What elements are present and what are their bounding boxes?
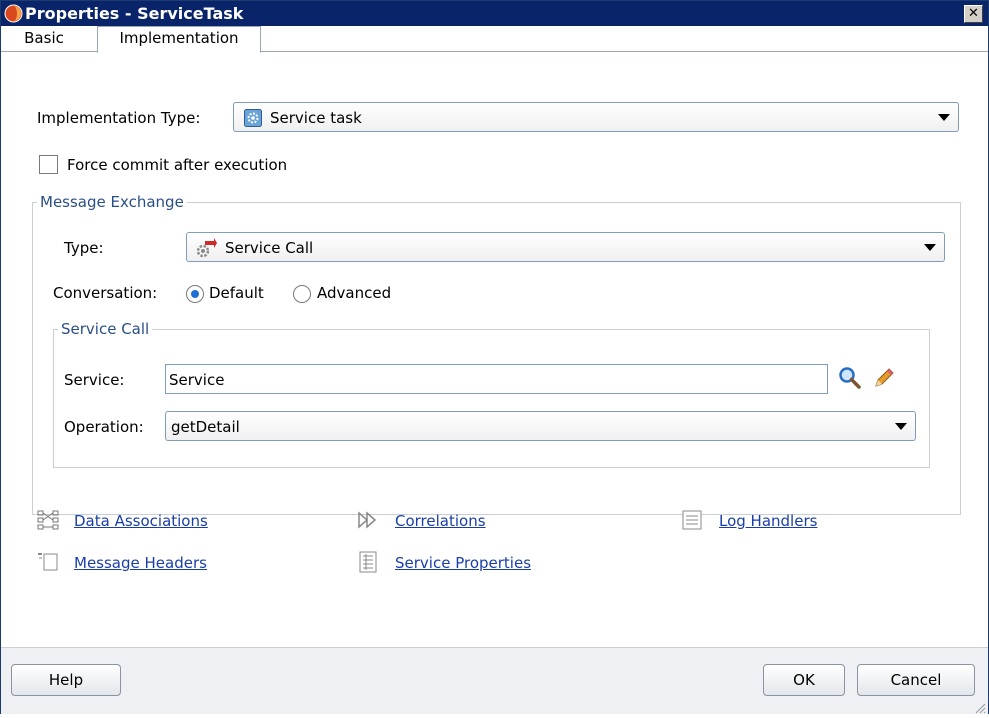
type-select[interactable]: Service Call (186, 232, 945, 262)
conversation-default-radio[interactable] (186, 285, 204, 303)
correlations-link[interactable]: Correlations (395, 511, 486, 531)
service-label: Service: (64, 371, 125, 389)
search-icon[interactable] (838, 366, 862, 390)
message-exchange-group: Message Exchange Type: Service Call Conv… (32, 192, 961, 515)
operation-label: Operation: (64, 418, 144, 436)
service-call-icon (195, 237, 217, 259)
data-associations-link[interactable]: Data Associations (74, 511, 208, 531)
title-bar[interactable]: Properties - ServiceTask ✕ (1, 1, 988, 26)
ok-button[interactable]: OK (763, 664, 845, 696)
radio-selected-dot (191, 290, 199, 298)
chevron-down-icon (924, 244, 936, 251)
operation-select[interactable]: getDetail (165, 411, 916, 441)
type-label: Type: (64, 239, 104, 257)
operation-value: getDetail (171, 418, 240, 436)
edit-icon[interactable] (872, 366, 896, 390)
implementation-type-label: Implementation Type: (37, 109, 201, 127)
app-logo-icon (4, 4, 23, 23)
implementation-panel: Implementation Type: Service task Force … (11, 51, 977, 647)
help-button[interactable]: Help (11, 664, 121, 696)
service-input[interactable]: Service (165, 364, 828, 394)
properties-dialog: Properties - ServiceTask ✕ Basic Impleme… (0, 0, 989, 714)
service-value: Service (169, 371, 225, 389)
conversation-default-label: Default (209, 284, 264, 302)
force-commit-checkbox[interactable] (39, 155, 58, 174)
window-title: Properties - ServiceTask (25, 4, 244, 23)
message-headers-link[interactable]: Message Headers (74, 553, 207, 573)
conversation-advanced-label: Advanced (317, 284, 392, 302)
force-commit-label: Force commit after execution (67, 156, 288, 174)
service-call-legend: Service Call (58, 319, 153, 339)
close-button[interactable]: ✕ (964, 5, 983, 23)
close-icon: ✕ (968, 6, 979, 21)
conversation-advanced-radio[interactable] (293, 285, 311, 303)
service-properties-link[interactable]: Service Properties (395, 553, 531, 573)
service-properties-icon (357, 551, 379, 573)
type-value: Service Call (225, 239, 314, 257)
chevron-down-icon (895, 423, 907, 430)
service-call-group: Service Call Service: Service Operation:… (53, 319, 930, 468)
service-task-icon (244, 109, 262, 127)
implementation-type-select[interactable]: Service task (233, 102, 959, 132)
tab-basic[interactable]: Basic (6, 27, 82, 50)
tab-implementation[interactable]: Implementation (97, 26, 261, 53)
tab-strip: Basic Implementation (1, 26, 988, 53)
conversation-label: Conversation: (53, 284, 158, 302)
cancel-button[interactable]: Cancel (857, 664, 975, 696)
log-handlers-link[interactable]: Log Handlers (719, 511, 817, 531)
message-exchange-legend: Message Exchange (37, 192, 187, 212)
correlations-icon (357, 509, 379, 531)
data-associations-icon (37, 509, 59, 531)
log-handlers-icon (681, 509, 703, 531)
chevron-down-icon (938, 114, 950, 121)
implementation-type-value: Service task (270, 109, 362, 127)
button-bar: Help OK Cancel (1, 647, 988, 714)
resize-grip-icon[interactable] (974, 700, 986, 714)
message-headers-icon (37, 551, 59, 573)
